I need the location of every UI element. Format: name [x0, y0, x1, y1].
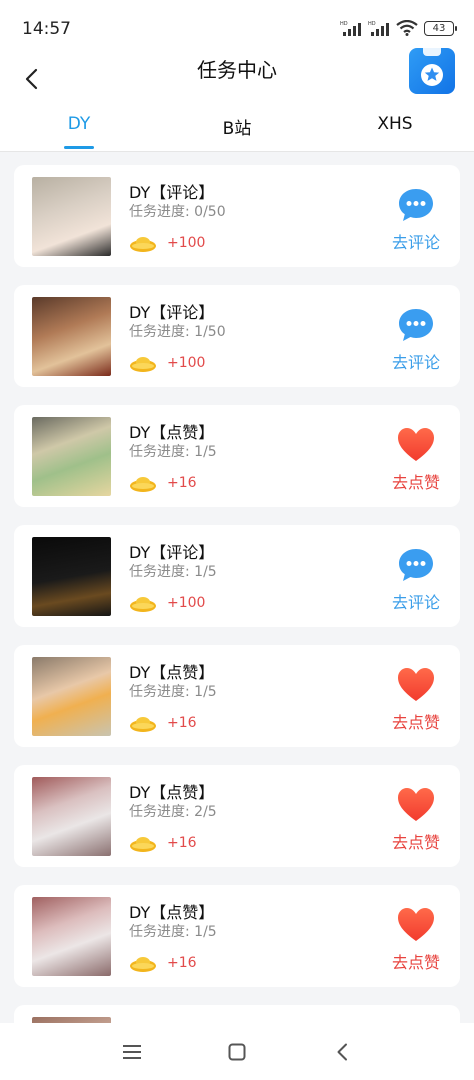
action-label: 去评论 — [391, 353, 440, 372]
task-reward: +16 — [129, 713, 197, 733]
task-title: DY【点赞】 — [129, 663, 215, 682]
tab-bilibili[interactable]: B站 — [192, 114, 282, 139]
reward-amount: +16 — [167, 835, 197, 851]
like-action-button[interactable]: 去点赞 — [386, 787, 446, 853]
task-reward: +16 — [129, 953, 197, 973]
reward-amount: +100 — [167, 235, 206, 251]
tab-dy[interactable]: DY — [34, 114, 124, 134]
gold-ingot-icon — [130, 837, 156, 852]
task-card[interactable]: DY【点赞】 任务进度: 1/5 +16 去点赞 — [14, 405, 460, 507]
page-title: 任务中心 — [197, 58, 277, 82]
task-title: DY【点赞】 — [129, 903, 215, 922]
gold-ingot-icon — [130, 237, 156, 252]
menu-icon — [123, 1045, 141, 1059]
heart-icon — [398, 788, 434, 821]
task-title: DY【评论】 — [129, 543, 215, 562]
favorite-button[interactable] — [409, 48, 455, 94]
reward-amount: +100 — [167, 355, 206, 371]
tab-indicator — [64, 146, 94, 149]
task-card[interactable]: DY【评论】 任务进度: 1/50 +100 去评论 — [14, 285, 460, 387]
task-progress: 任务进度: 0/50 — [129, 204, 226, 220]
status-icons: HD HD 43 — [340, 20, 457, 36]
gold-ingot-icon — [130, 477, 156, 492]
tab-xhs[interactable]: XHS — [350, 114, 440, 134]
heart-icon — [398, 908, 434, 941]
gold-ingot-icon — [130, 357, 156, 372]
task-progress: 任务进度: 1/50 — [129, 324, 226, 340]
task-thumbnail — [32, 177, 111, 256]
task-title: DY【评论】 — [129, 183, 215, 202]
reward-amount: +16 — [167, 475, 197, 491]
task-reward: +16 — [129, 473, 197, 493]
chat-bubble-icon — [399, 549, 433, 581]
task-thumbnail — [32, 297, 111, 376]
action-label: 去点赞 — [391, 713, 440, 732]
task-thumbnail — [32, 777, 111, 856]
task-thumbnail — [32, 537, 111, 616]
svg-text:HD: HD — [340, 21, 348, 27]
home-button[interactable] — [224, 1039, 250, 1065]
action-label: 去评论 — [391, 233, 440, 252]
task-reward: +100 — [129, 233, 205, 253]
reward-amount: +16 — [167, 955, 197, 971]
comment-action-button[interactable]: 去评论 — [386, 187, 446, 253]
action-label: 去点赞 — [391, 833, 440, 852]
svg-text:HD: HD — [368, 21, 376, 27]
action-label: 去点赞 — [391, 953, 440, 972]
task-thumbnail — [32, 897, 111, 976]
task-card[interactable]: DY【评论】 任务进度: 0/50 +100 去评论 — [14, 165, 460, 267]
home-square-icon — [228, 1043, 246, 1061]
task-thumbnail — [32, 657, 111, 736]
platform-tabs: DY B站 XHS — [0, 108, 474, 152]
reward-amount: +100 — [167, 595, 206, 611]
task-progress: 任务进度: 2/5 — [129, 804, 217, 820]
status-time: 14:57 — [22, 19, 71, 39]
gold-ingot-icon — [130, 597, 156, 612]
battery-icon: 43 — [424, 20, 457, 36]
chevron-left-icon — [337, 1043, 347, 1061]
chat-bubble-icon — [399, 309, 433, 341]
comment-action-button[interactable]: 去评论 — [386, 547, 446, 613]
task-progress: 任务进度: 1/5 — [129, 444, 217, 460]
gold-ingot-icon — [130, 717, 156, 732]
task-title: DY【点赞】 — [129, 423, 215, 442]
system-back-button[interactable] — [329, 1039, 355, 1065]
action-label: 去评论 — [391, 593, 440, 612]
task-card[interactable]: DY【点赞】 任务进度: 2/5 +16 去点赞 — [14, 765, 460, 867]
like-action-button[interactable]: 去点赞 — [386, 907, 446, 973]
comment-action-button[interactable]: 去评论 — [386, 307, 446, 373]
task-progress: 任务进度: 1/5 — [129, 684, 217, 700]
like-action-button[interactable]: 去点赞 — [386, 667, 446, 733]
task-progress: 任务进度: 1/5 — [129, 924, 217, 940]
system-nav-bar — [0, 1023, 474, 1080]
task-progress: 任务进度: 1/5 — [129, 564, 217, 580]
status-bar: 14:57 HD HD 43 — [0, 0, 474, 58]
gold-ingot-icon — [130, 957, 156, 972]
task-reward: +16 — [129, 833, 197, 853]
heart-icon — [398, 428, 434, 461]
task-card[interactable]: DY【点赞】 任务进度: 1/5 +16 去点赞 — [14, 885, 460, 987]
task-card[interactable]: DY【点赞】 任务进度: 1/5 +16 去点赞 — [14, 645, 460, 747]
like-action-button[interactable]: 去点赞 — [386, 427, 446, 493]
header: 任务中心 — [0, 48, 474, 108]
task-title: DY【点赞】 — [129, 783, 215, 802]
chat-bubble-icon — [399, 189, 433, 221]
action-label: 去点赞 — [391, 473, 440, 492]
task-reward: +100 — [129, 593, 205, 613]
star-icon — [421, 64, 443, 86]
wifi-icon — [396, 20, 418, 36]
menu-button[interactable] — [119, 1039, 145, 1065]
signal-icon: HD — [340, 21, 361, 36]
heart-icon — [398, 668, 434, 701]
signal-icon: HD — [368, 21, 389, 36]
task-title: DY【评论】 — [129, 303, 215, 322]
task-thumbnail — [32, 417, 111, 496]
task-reward: +100 — [129, 353, 205, 373]
task-card[interactable]: DY【评论】 任务进度: 1/5 +100 去评论 — [14, 525, 460, 627]
reward-amount: +16 — [167, 715, 197, 731]
